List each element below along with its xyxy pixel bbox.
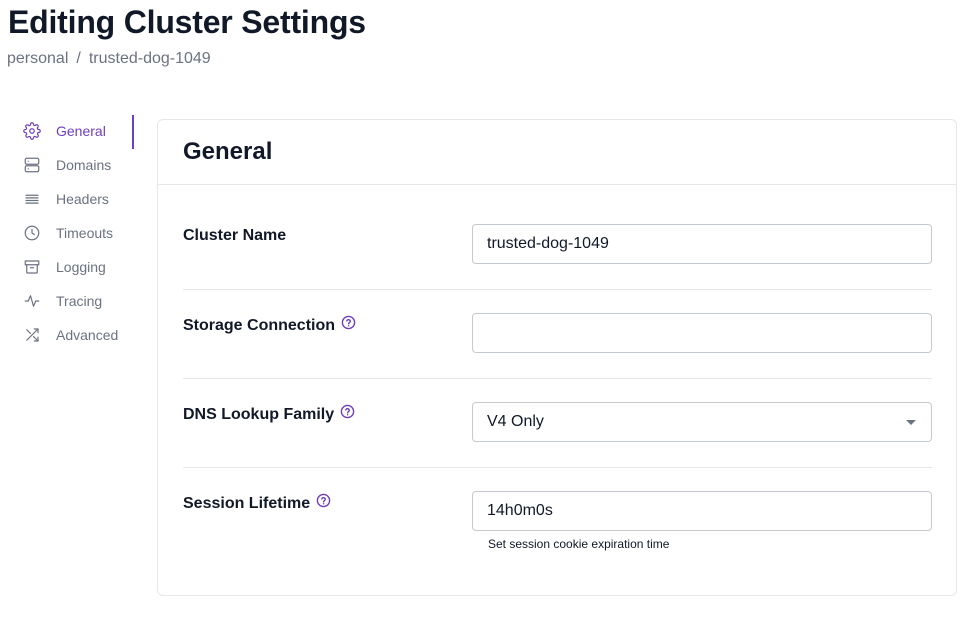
sidebar-item-label: Timeouts	[56, 225, 114, 241]
storage-connection-label-group: Storage Connection	[183, 315, 356, 335]
sidebar-item-advanced[interactable]: Advanced	[22, 318, 134, 352]
session-lifetime-label-group: Session Lifetime	[183, 493, 331, 513]
session-lifetime-row: Session Lifetime Set session cookie expi…	[183, 468, 932, 568]
list-icon	[23, 190, 41, 208]
session-lifetime-label: Session Lifetime	[183, 495, 311, 512]
dns-lookup-family-select[interactable]: V4 Only	[472, 402, 932, 442]
sidebar-item-label: Domains	[56, 157, 112, 173]
help-icon[interactable]	[341, 315, 356, 330]
clock-icon	[23, 224, 41, 242]
archive-icon	[23, 258, 41, 276]
sidebar-item-label: Logging	[56, 259, 106, 275]
sidebar-item-headers[interactable]: Headers	[22, 182, 134, 216]
page-title: Editing Cluster Settings	[8, 4, 366, 40]
help-icon[interactable]	[340, 404, 355, 419]
sidebar-item-label: Advanced	[56, 327, 119, 343]
sidebar-item-general[interactable]: General	[22, 114, 134, 149]
server-icon	[23, 156, 41, 174]
chevron-down-icon	[906, 420, 916, 425]
sidebar-item-timeouts[interactable]: Timeouts	[22, 216, 134, 250]
storage-connection-input[interactable]	[472, 313, 932, 353]
shuffle-icon	[23, 326, 41, 344]
help-icon[interactable]	[316, 493, 331, 508]
activity-icon	[23, 292, 41, 310]
dns-lookup-family-label: DNS Lookup Family	[183, 406, 335, 423]
sidebar-item-label: General	[56, 123, 106, 139]
breadcrumb-separator: /	[76, 50, 81, 67]
sidebar-item-label: Headers	[56, 191, 109, 207]
session-lifetime-helper-text: Set session cookie expiration time	[488, 537, 670, 551]
sidebar-item-domains[interactable]: Domains	[22, 148, 134, 182]
breadcrumb-item-cluster[interactable]: trusted-dog-1049	[89, 50, 211, 68]
storage-connection-label: Storage Connection	[183, 317, 336, 334]
session-lifetime-input[interactable]	[472, 491, 932, 531]
panel-title: General	[183, 138, 273, 165]
general-settings-panel: General Cluster Name Storage Connection …	[157, 119, 957, 596]
sidebar-item-label: Tracing	[56, 293, 103, 309]
cluster-name-input[interactable]	[472, 224, 932, 264]
breadcrumb: personal / trusted-dog-1049	[7, 50, 211, 68]
dns-lookup-family-row: DNS Lookup Family V4 Only	[183, 379, 932, 468]
settings-sidebar: General Domains Headers Timeouts Logging…	[22, 115, 134, 352]
cluster-name-label: Cluster Name	[183, 227, 287, 244]
storage-connection-row: Storage Connection	[183, 290, 932, 379]
dns-lookup-family-label-group: DNS Lookup Family	[183, 404, 355, 424]
cluster-name-row: Cluster Name	[183, 201, 932, 290]
sidebar-item-logging[interactable]: Logging	[22, 250, 134, 284]
panel-header: General	[158, 120, 956, 185]
sidebar-item-tracing[interactable]: Tracing	[22, 284, 134, 318]
breadcrumb-item-personal[interactable]: personal	[7, 50, 68, 68]
dns-lookup-family-value: V4 Only	[487, 413, 544, 430]
gear-icon	[23, 122, 41, 140]
